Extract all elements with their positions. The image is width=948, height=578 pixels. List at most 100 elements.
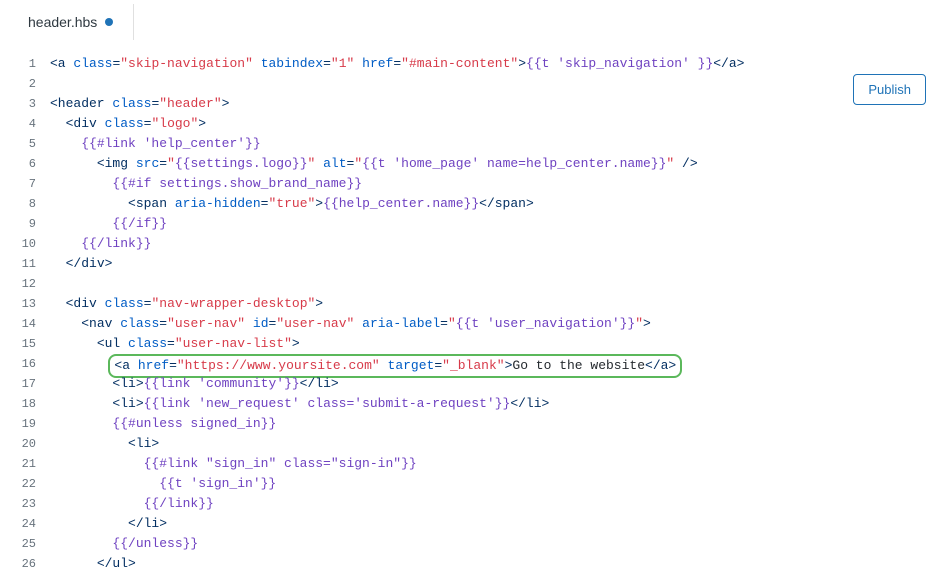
token-txt bbox=[674, 156, 682, 171]
token-hbs: {{t 'user_navigation'}} bbox=[456, 316, 635, 331]
code-line[interactable]: {{t 'sign_in'}} bbox=[50, 474, 948, 494]
code-line[interactable]: {{/link}} bbox=[50, 494, 948, 514]
token-hbs: {{link 'new_request' class='submit-a-req… bbox=[144, 396, 511, 411]
token-tag: = bbox=[159, 156, 167, 171]
token-attr-val: "https://www.yoursite.com" bbox=[177, 358, 380, 373]
token-attr-val: "header" bbox=[159, 96, 221, 111]
line-number: 4 bbox=[0, 114, 36, 134]
token-tag: > bbox=[198, 116, 206, 131]
token-tag: = bbox=[169, 358, 177, 373]
line-number: 16 bbox=[0, 354, 36, 374]
token-attr-name: href bbox=[138, 358, 169, 373]
token-txt bbox=[97, 116, 105, 131]
token-attr-name: class bbox=[73, 56, 112, 71]
token-txt bbox=[130, 358, 138, 373]
code-line[interactable]: <a class="skip-navigation" tabindex="1" … bbox=[50, 54, 948, 74]
line-number: 19 bbox=[0, 414, 36, 434]
token-tag: > bbox=[315, 296, 323, 311]
token-hbs: {{t 'skip_navigation' }} bbox=[526, 56, 713, 71]
line-number: 25 bbox=[0, 534, 36, 554]
token-attr-name: aria-label bbox=[362, 316, 440, 331]
token-tag: <li> bbox=[112, 376, 143, 391]
token-tag: > bbox=[643, 316, 651, 331]
token-tag: = bbox=[159, 316, 167, 331]
code-line[interactable]: {{#link 'help_center'}} bbox=[50, 134, 948, 154]
line-number: 18 bbox=[0, 394, 36, 414]
line-number: 5 bbox=[0, 134, 36, 154]
token-attr-val: "user-nav" bbox=[167, 316, 245, 331]
code-line[interactable]: {{/unless}} bbox=[50, 534, 948, 554]
tab-filename: header.hbs bbox=[28, 14, 97, 30]
token-attr-name: tabindex bbox=[261, 56, 323, 71]
token-attr-val: " bbox=[448, 316, 456, 331]
code-line[interactable]: <nav class="user-nav" id="user-nav" aria… bbox=[50, 314, 948, 334]
code-line[interactable]: <div class="nav-wrapper-desktop"> bbox=[50, 294, 948, 314]
code-line[interactable]: </li> bbox=[50, 514, 948, 534]
code-line[interactable]: <li> bbox=[50, 434, 948, 454]
token-attr-name: class bbox=[105, 296, 144, 311]
code-line[interactable]: {{/link}} bbox=[50, 234, 948, 254]
line-number: 14 bbox=[0, 314, 36, 334]
code-line[interactable]: <ul class="user-nav-list"> bbox=[50, 334, 948, 354]
code-line[interactable] bbox=[50, 274, 948, 294]
token-attr-name: target bbox=[388, 358, 435, 373]
token-tag: <img bbox=[97, 156, 128, 171]
token-tag: <li> bbox=[112, 396, 143, 411]
token-tag: </li> bbox=[300, 376, 339, 391]
code-line[interactable]: <img src="{{settings.logo}}" alt="{{t 'h… bbox=[50, 154, 948, 174]
code-line[interactable]: </div> bbox=[50, 254, 948, 274]
token-tag: > bbox=[315, 196, 323, 211]
token-attr-name: class bbox=[120, 316, 159, 331]
token-tag: </ul> bbox=[97, 556, 136, 571]
dirty-indicator-icon bbox=[105, 18, 113, 26]
code-area[interactable]: <a class="skip-navigation" tabindex="1" … bbox=[50, 54, 948, 574]
code-line[interactable]: {{#if settings.show_brand_name}} bbox=[50, 174, 948, 194]
line-number: 24 bbox=[0, 514, 36, 534]
line-number: 9 bbox=[0, 214, 36, 234]
token-txt: Go to the website bbox=[512, 358, 645, 373]
token-attr-val: "user-nav-list" bbox=[175, 336, 292, 351]
token-tag: <a bbox=[114, 358, 130, 373]
token-hbs: {{link 'community'}} bbox=[144, 376, 300, 391]
token-hbs: {{/if}} bbox=[112, 216, 167, 231]
token-attr-name: href bbox=[362, 56, 393, 71]
token-tag: = bbox=[323, 56, 331, 71]
token-hbs: {{/link}} bbox=[81, 236, 151, 251]
code-line[interactable]: <header class="header"> bbox=[50, 94, 948, 114]
line-number: 15 bbox=[0, 334, 36, 354]
token-attr-val: "true" bbox=[268, 196, 315, 211]
token-txt bbox=[120, 336, 128, 351]
token-tag: > bbox=[292, 336, 300, 351]
line-number: 2 bbox=[0, 74, 36, 94]
code-line[interactable]: {{#link "sign_in" class="sign-in"}} bbox=[50, 454, 948, 474]
token-attr-val: "skip-navigation" bbox=[120, 56, 253, 71]
publish-button[interactable]: Publish bbox=[853, 74, 926, 105]
token-attr-val: "logo" bbox=[151, 116, 198, 131]
code-line[interactable]: {{#unless signed_in}} bbox=[50, 414, 948, 434]
code-line[interactable]: <span aria-hidden="true">{{help_center.n… bbox=[50, 194, 948, 214]
code-line[interactable]: <div class="logo"> bbox=[50, 114, 948, 134]
token-tag: </li> bbox=[128, 516, 167, 531]
token-attr-val: "nav-wrapper-desktop" bbox=[151, 296, 315, 311]
token-txt bbox=[167, 196, 175, 211]
code-line[interactable]: <a href="https://www.yoursite.com" targe… bbox=[50, 354, 948, 374]
code-line[interactable]: {{/if}} bbox=[50, 214, 948, 234]
code-editor[interactable]: 1234567891011121314151617181920212223242… bbox=[0, 44, 948, 574]
line-number: 26 bbox=[0, 554, 36, 574]
token-attr-val: " bbox=[635, 316, 643, 331]
token-hbs: {{#link "sign_in" class="sign-in"}} bbox=[144, 456, 417, 471]
line-number: 11 bbox=[0, 254, 36, 274]
token-tag: <ul bbox=[97, 336, 120, 351]
code-line[interactable]: </ul> bbox=[50, 554, 948, 574]
token-attr-name: alt bbox=[323, 156, 346, 171]
file-tab[interactable]: header.hbs bbox=[16, 6, 125, 38]
token-tag: </a> bbox=[713, 56, 744, 71]
token-hbs: {{#unless signed_in}} bbox=[112, 416, 276, 431]
code-line[interactable] bbox=[50, 74, 948, 94]
line-number: 22 bbox=[0, 474, 36, 494]
line-number: 20 bbox=[0, 434, 36, 454]
code-line[interactable]: <li>{{link 'new_request' class='submit-a… bbox=[50, 394, 948, 414]
token-attr-name: id bbox=[253, 316, 269, 331]
token-tag: = bbox=[167, 336, 175, 351]
tab-bar: header.hbs bbox=[0, 0, 948, 44]
